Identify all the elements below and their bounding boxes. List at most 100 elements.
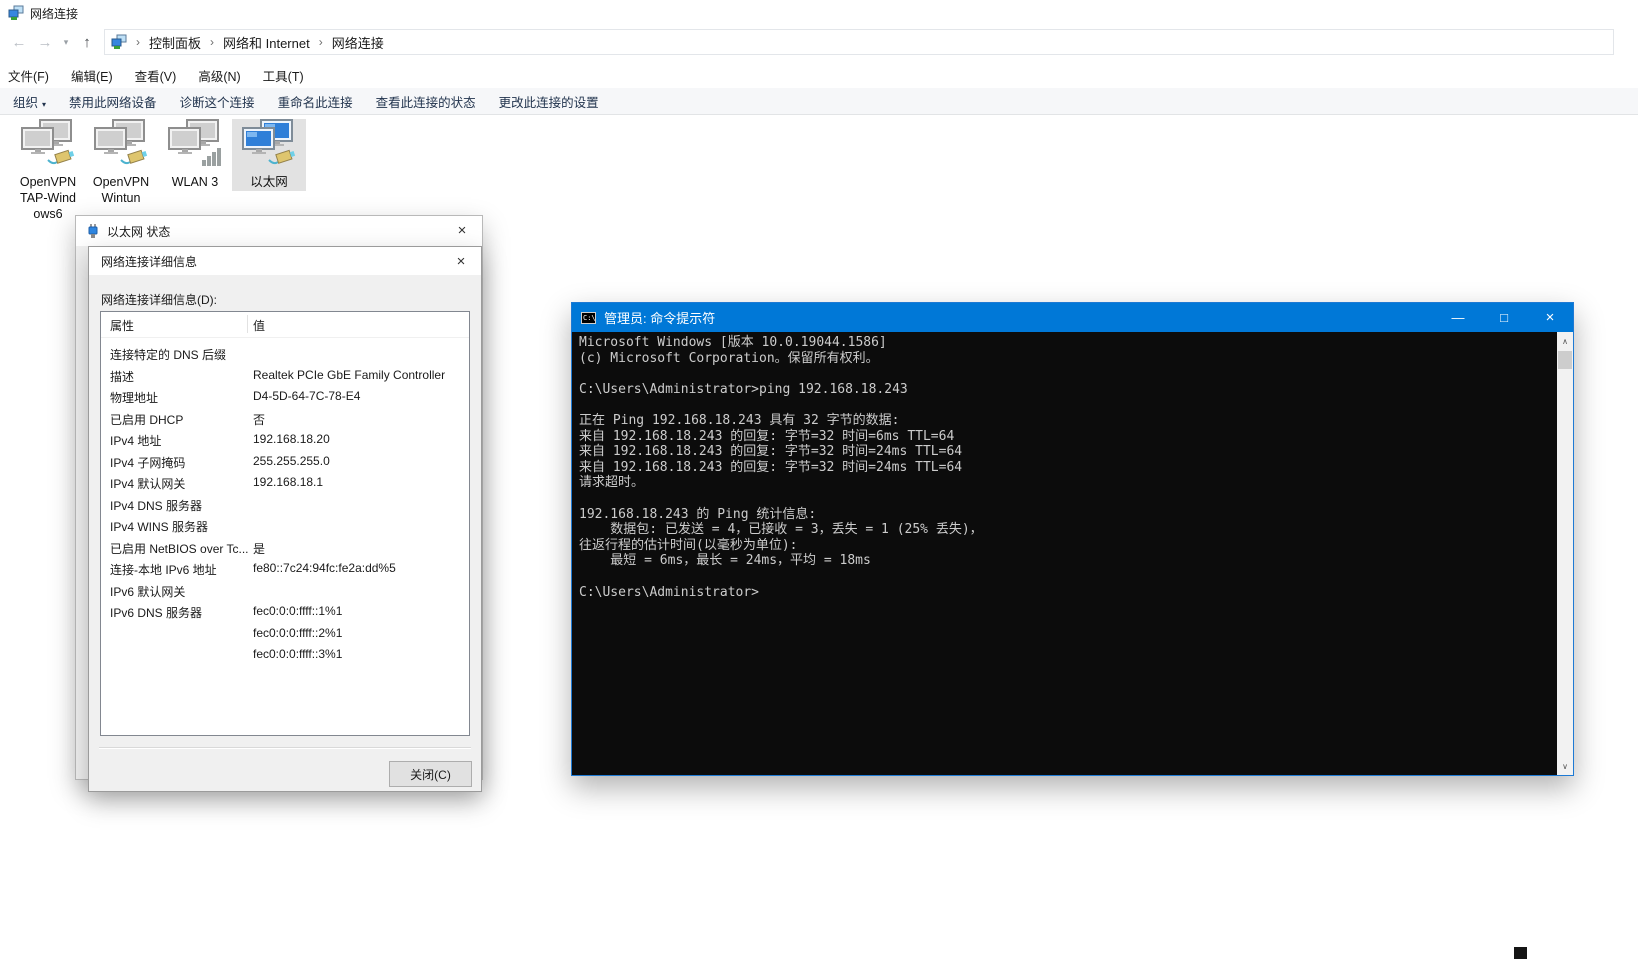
table-row[interactable]: IPv4 DNS 服务器: [101, 494, 469, 516]
back-icon[interactable]: ←: [6, 34, 32, 51]
history-dropdown-icon[interactable]: ▾: [58, 37, 74, 48]
close-button[interactable]: 关闭(C): [389, 761, 472, 787]
rename-connection-button[interactable]: 重命名此连接: [278, 92, 353, 111]
table-row[interactable]: 已启用 NetBIOS over Tc... 是: [101, 537, 469, 559]
ethernet-adapter-icon: [94, 119, 148, 165]
network-connections-icon: [8, 5, 24, 20]
cmd-window: C:\ 管理员: 命令提示符 — □ × Microsoft Windows […: [571, 302, 1574, 776]
menu-view[interactable]: 查看(V): [135, 66, 177, 85]
details-table-header[interactable]: 属性 值: [101, 312, 469, 338]
console-line: 来自 192.168.18.243 的回复: 字节=32 时间=24ms TTL…: [579, 459, 963, 475]
adapter-openvpn-tap[interactable]: OpenVPN TAP-Wind ows6: [11, 119, 85, 222]
table-row[interactable]: IPv4 默认网关 192.168.18.1: [101, 472, 469, 494]
console-line: C:\Users\Administrator>ping 192.168.18.2…: [579, 381, 908, 397]
scroll-down-icon[interactable]: ∨: [1557, 758, 1573, 774]
console-line: (c) Microsoft Corporation。保留所有权利。: [579, 350, 879, 366]
details-field-label: 网络连接详细信息(D):: [101, 293, 217, 307]
explorer-window-title: 网络连接: [30, 6, 79, 21]
ethernet-status-icon: [88, 224, 98, 238]
column-divider: [247, 315, 248, 333]
table-row[interactable]: IPv6 默认网关: [101, 580, 469, 602]
menu-file[interactable]: 文件(F): [8, 66, 49, 85]
console-scrollbar[interactable]: ∧ ∨: [1557, 332, 1573, 775]
table-row[interactable]: 已启用 DHCP 否: [101, 408, 469, 430]
close-icon[interactable]: ×: [442, 216, 482, 244]
ethernet-status-title: 以太网 状态: [107, 224, 171, 239]
details-rows: 连接特定的 DNS 后缀 描述 Realtek PCIe GbE Family C…: [101, 343, 469, 666]
details-table: 属性 值 连接特定的 DNS 后缀 描述 Realtek PCIe GbE Fam…: [100, 311, 470, 736]
adapter-openvpn-wintun[interactable]: OpenVPN Wintun: [84, 119, 158, 206]
adapter-label: OpenVPN Wintun: [92, 175, 150, 205]
table-row[interactable]: 物理地址 D4-5D-64-7C-78-E4: [101, 386, 469, 408]
console-line: 来自 192.168.18.243 的回复: 字节=32 时间=24ms TTL…: [579, 444, 963, 460]
menu-tools[interactable]: 工具(T): [263, 66, 304, 85]
desktop: { "explorer": { "window_title": "网络连接", …: [0, 0, 1638, 959]
breadcrumb-network-connections[interactable]: 网络连接: [332, 33, 384, 52]
console-line: 192.168.18.243 的 Ping 统计信息:: [579, 506, 817, 522]
network-details-titlebar[interactable]: 网络连接详细信息 ×: [89, 247, 481, 275]
console-line: 最短 = 6ms，最长 = 24ms，平均 = 18ms: [579, 553, 871, 569]
console-line: 正在 Ping 192.168.18.243 具有 32 字节的数据:: [579, 412, 900, 428]
forward-icon[interactable]: →: [32, 34, 58, 51]
organize-button[interactable]: 组织 ▾: [13, 92, 46, 111]
network-details-title: 网络连接详细信息: [101, 254, 198, 269]
console-line: Microsoft Windows [版本 10.0.19044.1586]: [579, 335, 887, 350]
chevron-icon: ›: [210, 35, 215, 49]
chevron-icon: ›: [318, 35, 323, 49]
address-bar[interactable]: › 控制面板 › 网络和 Internet › 网络连接: [104, 29, 1614, 55]
menu-edit[interactable]: 编辑(E): [71, 66, 113, 85]
console-line: 数据包: 已发送 = 4，已接收 = 3，丢失 = 1 (25% 丢失)，: [579, 522, 983, 538]
table-row[interactable]: IPv6 DNS 服务器 fec0:0:0:ffff::1%1: [101, 601, 469, 623]
network-details-dialog: 网络连接详细信息 × 网络连接详细信息(D): 属性 值 连接特定的 DNS 后…: [88, 246, 482, 792]
scrollbar-thumb[interactable]: [1558, 351, 1572, 369]
up-icon[interactable]: ↑: [74, 34, 100, 51]
explorer-titlebar[interactable]: 网络连接: [0, 0, 1638, 26]
table-row[interactable]: IPv4 地址 192.168.18.20: [101, 429, 469, 451]
button-area-divider: [99, 747, 471, 749]
cmd-title: 管理员: 命令提示符: [604, 311, 716, 326]
scroll-up-icon[interactable]: ∧: [1557, 333, 1573, 349]
cmd-titlebar[interactable]: C:\ 管理员: 命令提示符 — □ ×: [572, 303, 1573, 332]
minimize-icon[interactable]: —: [1435, 303, 1481, 332]
console-line: 请求超时。: [579, 475, 645, 491]
console-line: 来自 192.168.18.243 的回复: 字节=32 时间=6ms TTL=…: [579, 428, 955, 444]
table-row[interactable]: 描述 Realtek PCIe GbE Family Controller: [101, 365, 469, 387]
address-location-icon: [111, 34, 127, 49]
menu-advanced[interactable]: 高级(N): [198, 66, 240, 85]
chevron-icon: ›: [136, 35, 140, 49]
close-icon[interactable]: ×: [1527, 303, 1573, 332]
change-settings-button[interactable]: 更改此连接的设置: [499, 92, 599, 111]
table-row[interactable]: IPv4 子网掩码 255.255.255.0: [101, 451, 469, 473]
ethernet-status-titlebar[interactable]: 以太网 状态 ×: [76, 216, 482, 246]
table-row[interactable]: 连接-本地 IPv6 地址 fe80::7c24:94fc:fe2a:dd%5: [101, 558, 469, 580]
ethernet-adapter-icon: [21, 119, 75, 165]
explorer-command-bar: 组织 ▾ 禁用此网络设备 诊断这个连接 重命名此连接 查看此连接的状态 更改此连接…: [0, 88, 1638, 115]
disable-device-button[interactable]: 禁用此网络设备: [69, 92, 157, 111]
table-row[interactable]: fec0:0:0:ffff::3%1: [101, 644, 469, 666]
table-row[interactable]: fec0:0:0:ffff::2%1: [101, 623, 469, 645]
ethernet-connected-icon: [242, 119, 296, 165]
table-row[interactable]: IPv4 WINS 服务器: [101, 515, 469, 537]
cmd-icon: C:\: [581, 311, 596, 324]
console-line: 往返行程的估计时间(以毫秒为单位):: [579, 537, 798, 553]
screen-corner-artifact: [1514, 947, 1527, 959]
adapter-label: WLAN 3: [171, 175, 219, 189]
wifi-adapter-icon: [168, 119, 221, 166]
table-row[interactable]: 连接特定的 DNS 后缀: [101, 343, 469, 365]
adapter-wlan3[interactable]: WLAN 3: [158, 119, 232, 190]
adapter-ethernet[interactable]: 以太网: [232, 119, 306, 191]
close-icon[interactable]: ×: [441, 247, 481, 275]
breadcrumb-network-internet[interactable]: 网络和 Internet: [223, 33, 310, 52]
console-line: C:\Users\Administrator>: [579, 584, 760, 600]
console-output: Microsoft Windows [版本 10.0.19044.1586] (…: [572, 332, 1557, 775]
column-property[interactable]: 属性: [110, 317, 134, 334]
view-status-button[interactable]: 查看此连接的状态: [376, 92, 476, 111]
breadcrumb-control-panel[interactable]: 控制面板: [149, 33, 201, 52]
explorer-menubar: 文件(F) 编辑(E) 查看(V) 高级(N) 工具(T): [0, 62, 1638, 88]
diagnose-connection-button[interactable]: 诊断这个连接: [180, 92, 255, 111]
maximize-icon[interactable]: □: [1481, 303, 1527, 332]
column-value[interactable]: 值: [253, 317, 265, 334]
